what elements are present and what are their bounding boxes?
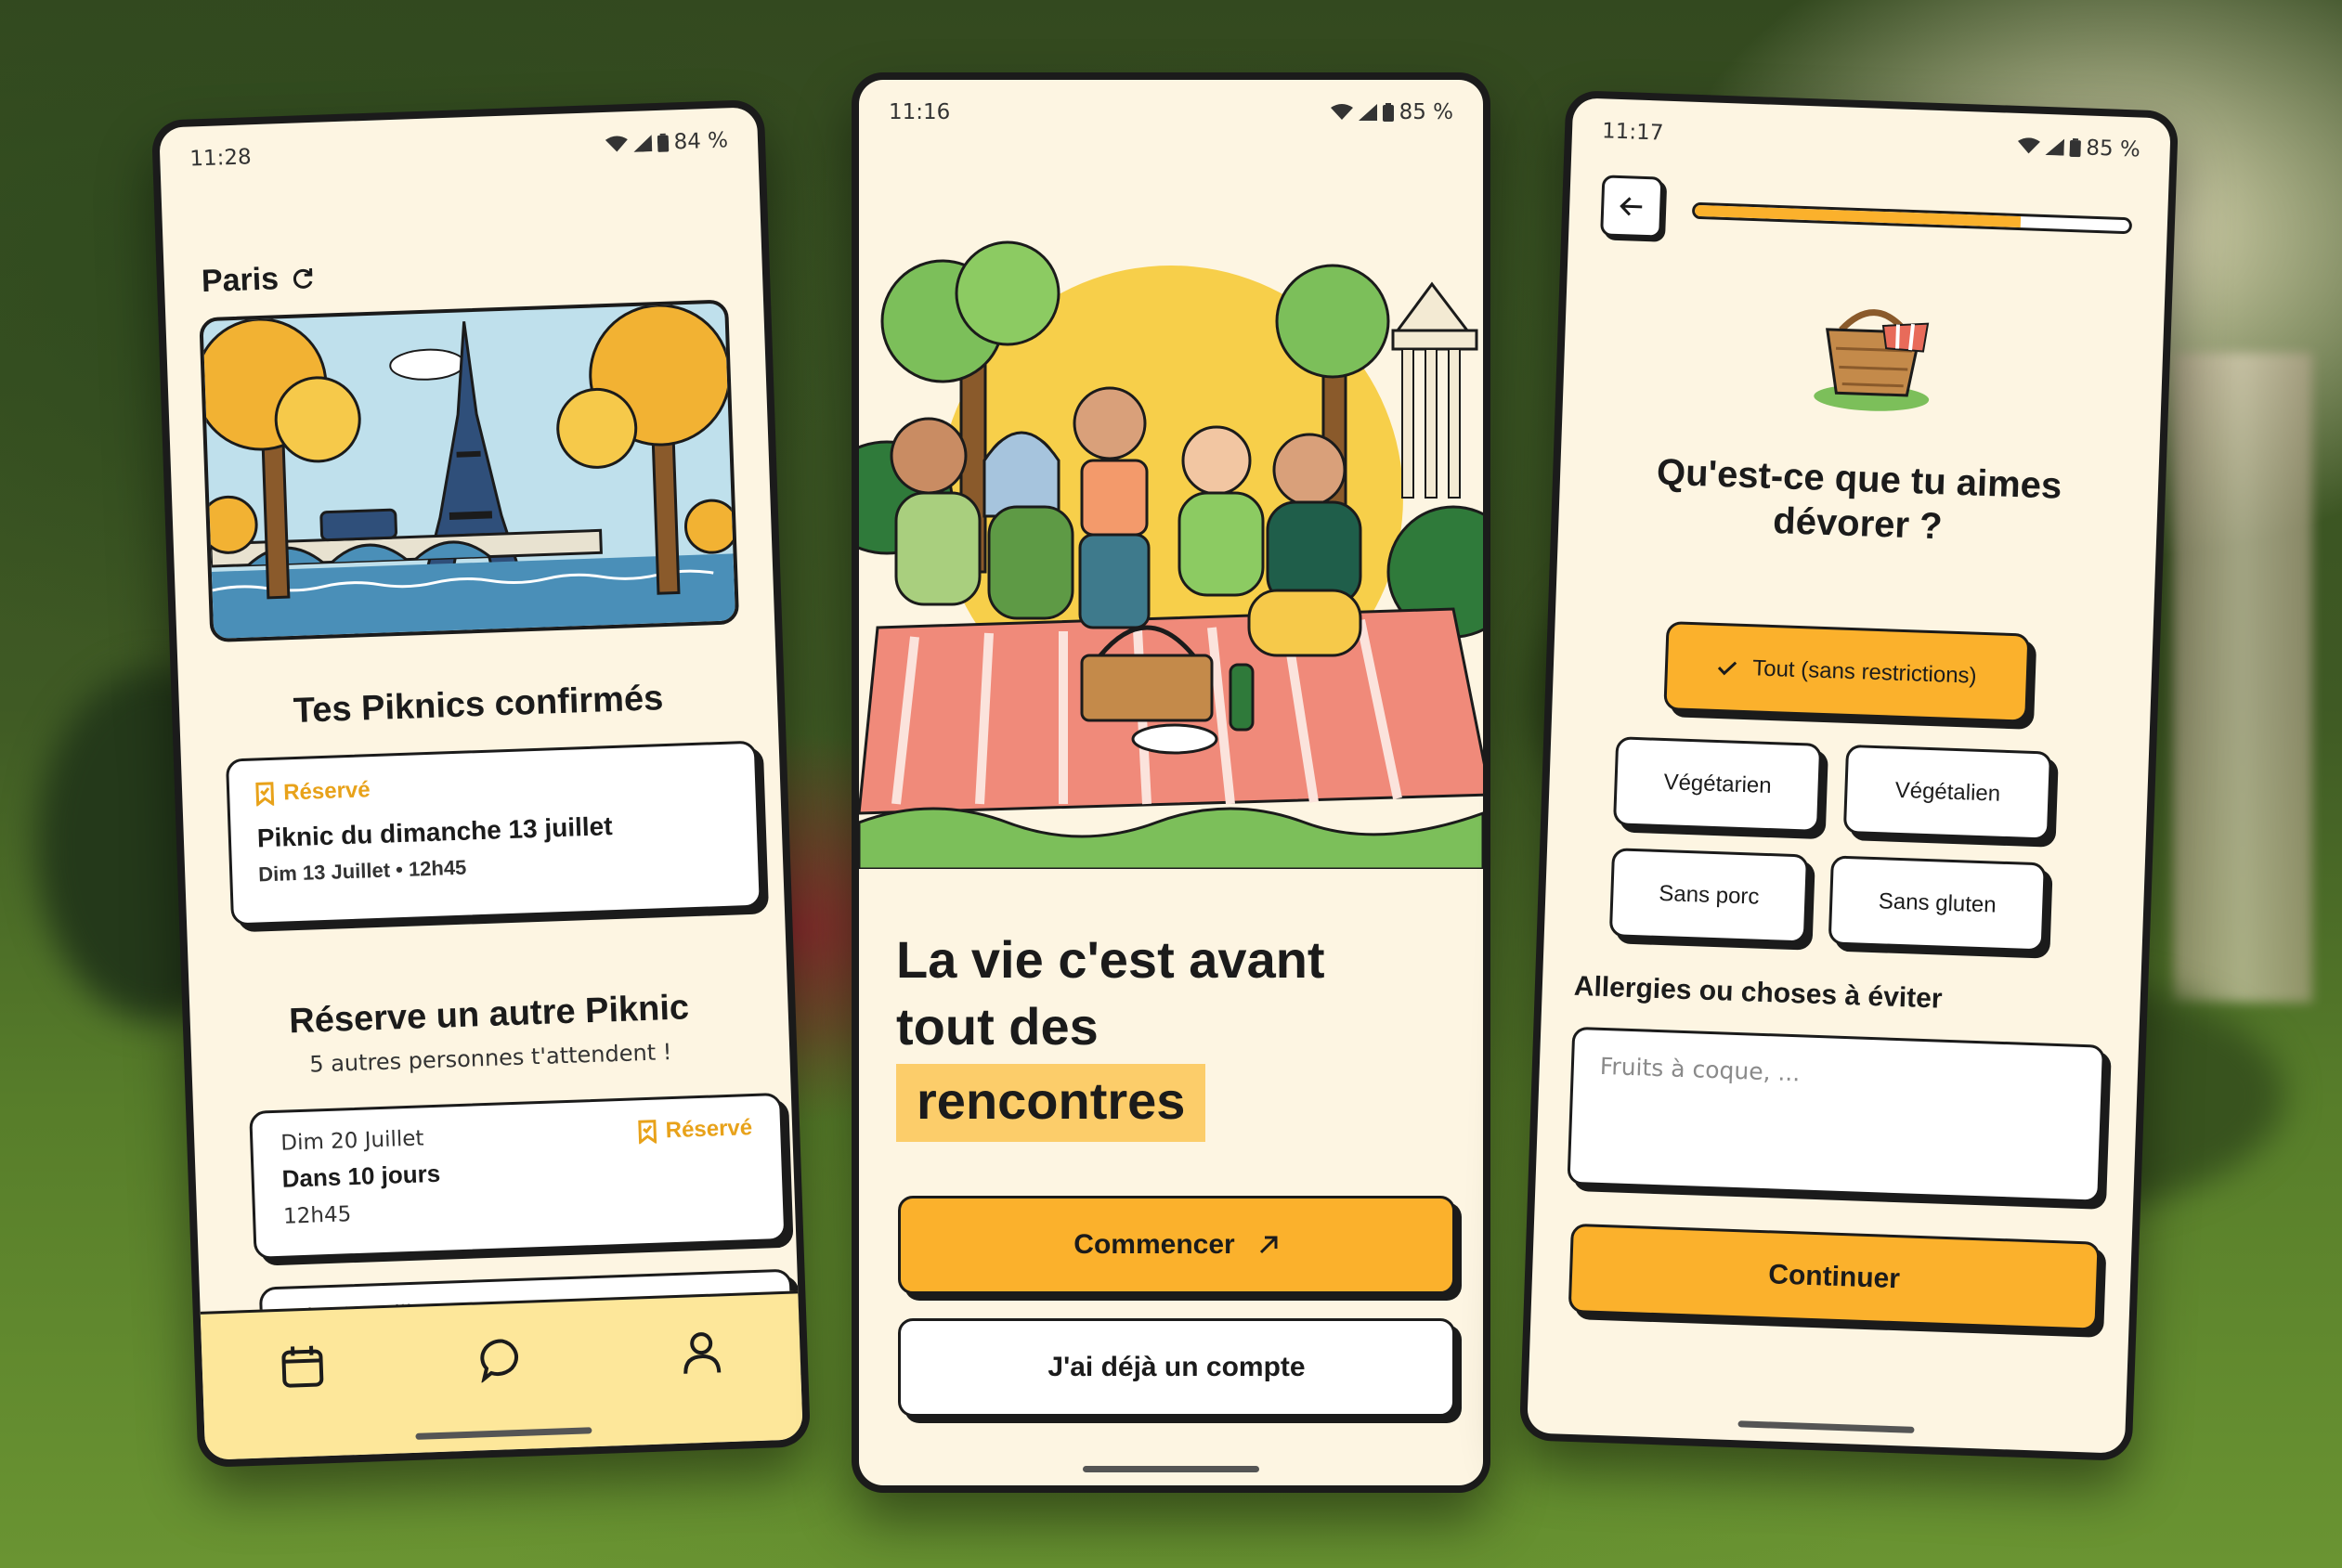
upcoming-time: 12h45 bbox=[282, 1202, 352, 1229]
headline-line-1: La vie c'est avant bbox=[896, 930, 1325, 989]
home-indicator bbox=[1083, 1466, 1259, 1472]
phone-welcome: 11:16 85 % La vie c'est avant tout des r… bbox=[852, 72, 1490, 1493]
option-all-label: Tout (sans restrictions) bbox=[1751, 655, 1978, 689]
bookmark-check-icon bbox=[637, 1120, 657, 1145]
continue-button-label: Continuer bbox=[1767, 1259, 1901, 1295]
home-screen: 11:28 84 % Paris Tes Piknics confirmés R… bbox=[159, 107, 803, 1460]
preferences-screen: 11:17 85 % Qu'est-ce que tu aimes dévore… bbox=[1527, 97, 2171, 1454]
login-button[interactable]: J'ai déjà un compte bbox=[898, 1318, 1455, 1417]
wifi-icon bbox=[2017, 137, 2040, 154]
option-gluten-free[interactable]: Sans gluten bbox=[1828, 855, 2047, 952]
chat-icon[interactable] bbox=[479, 1337, 527, 1383]
option-vegan-label: Végétalien bbox=[1894, 777, 2001, 807]
battery-icon bbox=[657, 133, 669, 152]
signal-icon bbox=[632, 135, 652, 152]
signal-icon bbox=[2045, 138, 2064, 156]
bookmark-check-icon bbox=[255, 782, 275, 807]
headline: La vie c'est avant tout des rencontres bbox=[896, 927, 1325, 1142]
continue-button[interactable]: Continuer bbox=[1568, 1223, 2101, 1331]
arrow-left-icon bbox=[1620, 197, 1643, 216]
progress-bar bbox=[1691, 201, 2133, 235]
status-bar: 11:16 85 % bbox=[889, 100, 1453, 124]
phone-home: 11:28 84 % Paris Tes Piknics confirmés R… bbox=[150, 98, 812, 1469]
status-time: 11:16 bbox=[889, 100, 951, 124]
question-heading: Qu'est-ce que tu aimes dévorer ? bbox=[1558, 447, 2159, 556]
allergies-placeholder: Fruits à coque, ... bbox=[1599, 1052, 1801, 1087]
battery-icon bbox=[1382, 103, 1394, 122]
background-column bbox=[2173, 353, 2312, 1003]
battery-level: 85 % bbox=[1399, 100, 1453, 124]
upcoming-relative-date: Dans 10 jours bbox=[281, 1159, 441, 1193]
headline-highlight: rencontres bbox=[896, 1064, 1206, 1142]
confirmed-piknic-card[interactable]: Réservé Piknic du dimanche 13 juillet Di… bbox=[225, 740, 762, 927]
confirmed-heading: Tes Piknics confirmés bbox=[293, 679, 664, 731]
battery-level: 85 % bbox=[2085, 136, 2141, 162]
option-vegetarian[interactable]: Végétarien bbox=[1612, 736, 1823, 833]
allergies-label: Allergies ou choses à éviter bbox=[1573, 970, 1944, 1015]
back-button[interactable] bbox=[1600, 175, 1664, 239]
calendar-icon[interactable] bbox=[280, 1343, 326, 1390]
option-gluten-free-label: Sans gluten bbox=[1878, 888, 1997, 918]
welcome-screen: 11:16 85 % La vie c'est avant tout des r… bbox=[859, 80, 1483, 1485]
start-button-label: Commencer bbox=[1073, 1229, 1235, 1260]
upcoming-piknic-card[interactable]: Dim 20 Juillet Réservé Dans 10 jours 12h… bbox=[249, 1092, 787, 1260]
refresh-icon bbox=[293, 267, 313, 289]
start-button[interactable]: Commencer bbox=[898, 1196, 1455, 1294]
city-selector[interactable]: Paris bbox=[201, 260, 316, 300]
book-heading: Réserve un autre Piknic bbox=[288, 988, 690, 1042]
reserved-badge: Réservé bbox=[255, 765, 730, 808]
headline-line-2: tout des bbox=[896, 997, 1099, 1056]
upcoming-date: Dim 20 Juillet bbox=[280, 1126, 424, 1156]
signal-icon bbox=[1358, 104, 1377, 121]
status-time: 11:28 bbox=[189, 145, 253, 172]
picnic-illustration bbox=[859, 219, 1483, 871]
piknic-title: Piknic du dimanche 13 juillet bbox=[256, 811, 613, 853]
wifi-icon bbox=[1330, 104, 1353, 120]
option-vegetarian-label: Végétarien bbox=[1663, 770, 1773, 799]
profile-icon[interactable] bbox=[681, 1329, 723, 1376]
phone-food-preferences: 11:17 85 % Qu'est-ce que tu aimes dévore… bbox=[1518, 89, 2179, 1462]
reserved-badge: Réservé bbox=[637, 1115, 753, 1145]
option-all-selected[interactable]: Tout (sans restrictions) bbox=[1663, 621, 2031, 723]
reserved-label: Réservé bbox=[282, 777, 371, 806]
reserved-label: Réservé bbox=[665, 1115, 753, 1144]
allergies-input[interactable]: Fruits à coque, ... bbox=[1567, 1026, 2106, 1203]
battery-level: 84 % bbox=[673, 128, 729, 155]
arrow-up-right-icon bbox=[1259, 1236, 1278, 1254]
option-vegan[interactable]: Végétalien bbox=[1842, 744, 2053, 841]
login-button-label: J'ai déjà un compte bbox=[1047, 1352, 1306, 1382]
check-icon bbox=[1718, 661, 1737, 676]
battery-icon bbox=[2069, 137, 2081, 158]
option-no-pork-label: Sans porc bbox=[1658, 880, 1760, 910]
status-bar: 11:28 84 % bbox=[189, 128, 729, 171]
city-name: Paris bbox=[201, 261, 280, 300]
home-indicator bbox=[1737, 1420, 1915, 1433]
basket-icon bbox=[1806, 292, 1940, 417]
wifi-icon bbox=[605, 136, 628, 152]
piknic-date-time: Dim 13 Juillet • 12h45 bbox=[257, 855, 467, 887]
paris-illustration bbox=[199, 299, 740, 643]
progress-fill bbox=[1694, 204, 2022, 228]
status-time: 11:17 bbox=[1601, 119, 1664, 146]
option-no-pork[interactable]: Sans porc bbox=[1608, 848, 1810, 944]
status-bar: 11:17 85 % bbox=[1602, 119, 2141, 162]
